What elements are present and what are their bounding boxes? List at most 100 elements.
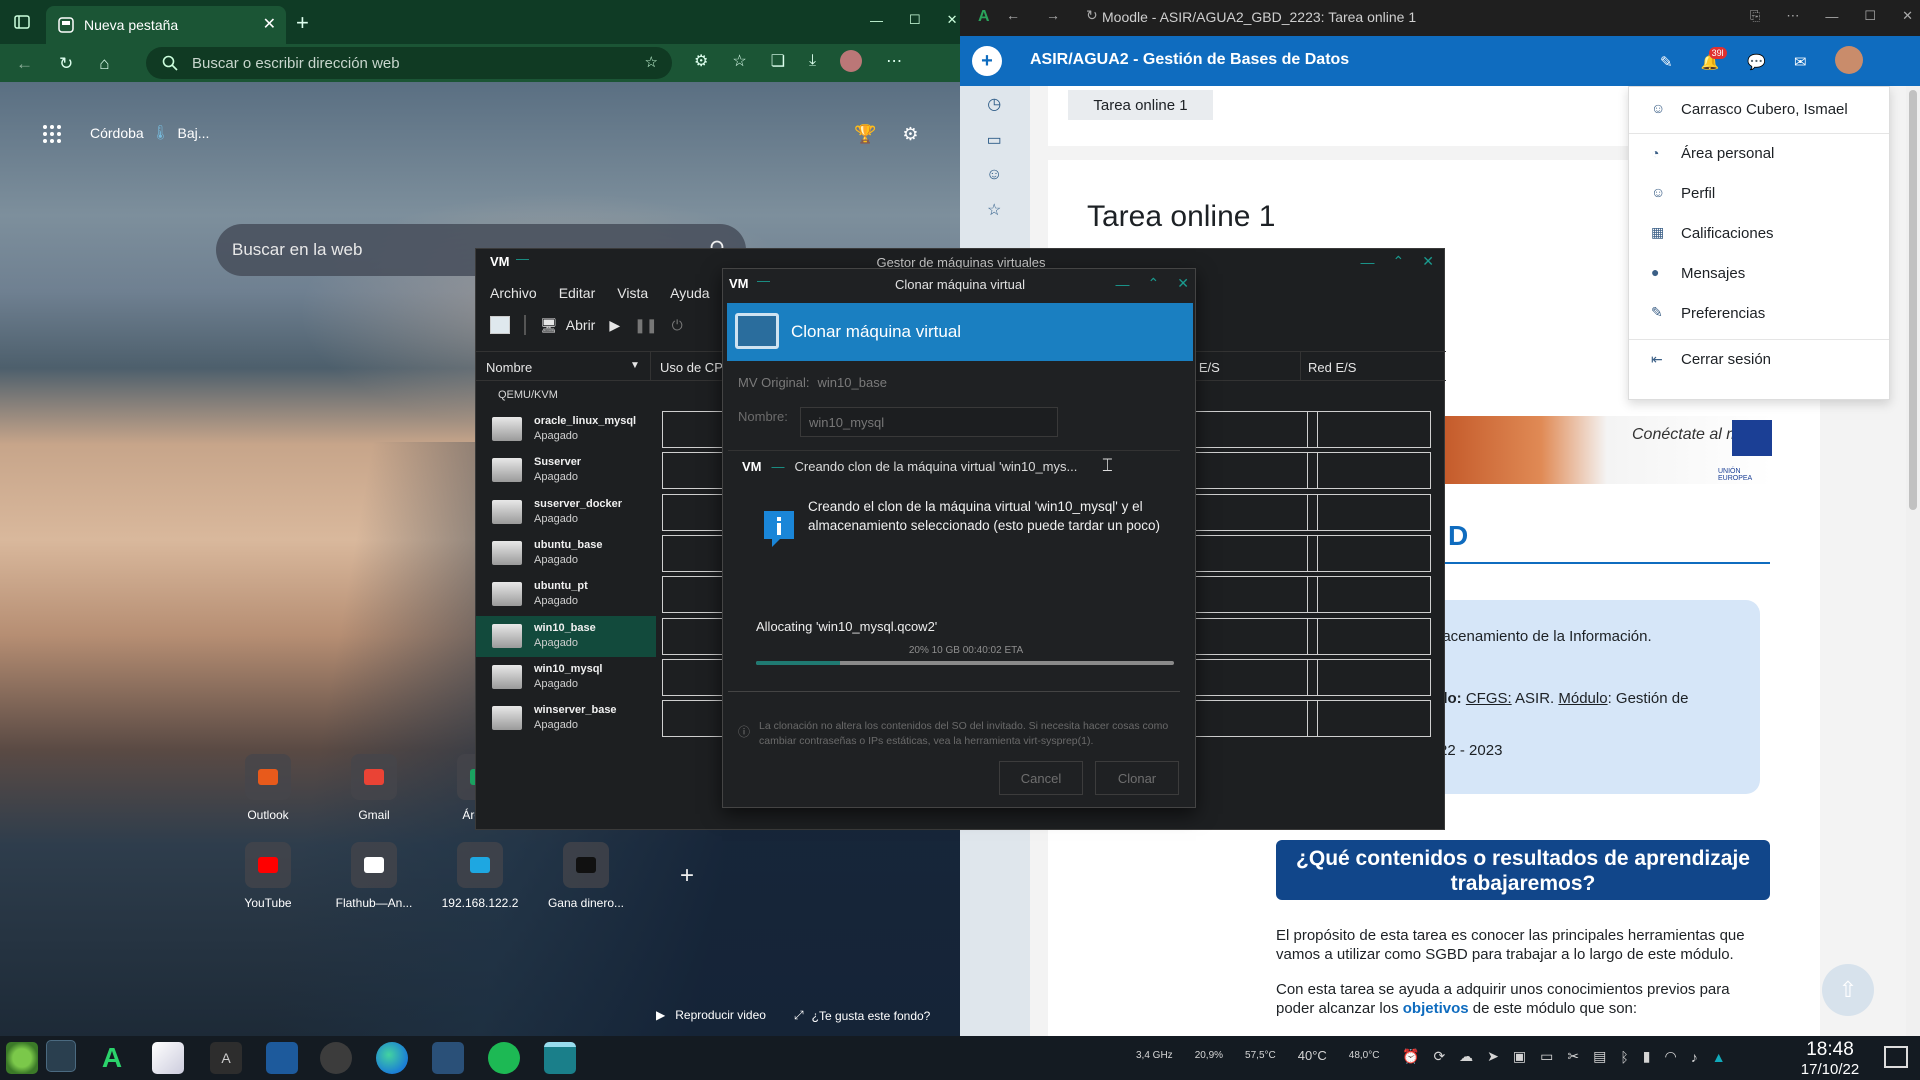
new-tab-plus-icon[interactable]: + <box>296 10 309 36</box>
opensuse-menu-icon[interactable] <box>6 1042 38 1074</box>
name-input[interactable]: win10_mysql <box>800 407 1058 437</box>
terminal-icon[interactable]: ▭ <box>1540 1048 1553 1065</box>
breadcrumb[interactable]: Tarea online 1 <box>1068 90 1213 120</box>
browser-a-icon[interactable]: A <box>96 1042 128 1074</box>
screen-icon[interactable]: ▤ <box>1593 1048 1606 1065</box>
menu-ayuda[interactable]: Ayuda <box>670 285 709 301</box>
show-desktop-icon[interactable] <box>1884 1046 1908 1068</box>
chat-icon[interactable]: 💬 <box>1747 53 1766 71</box>
quick-link-tile[interactable]: Gana dinero... <box>540 842 632 910</box>
close-tab-icon[interactable]: ✕ <box>263 14 276 34</box>
favorites-icon[interactable]: ☆ <box>732 51 746 71</box>
notifications-icon[interactable]: 🔔 39l <box>1701 47 1727 71</box>
home-icon[interactable]: ⌂ <box>99 54 109 74</box>
tab-actions-icon[interactable] <box>14 14 30 30</box>
update-icon[interactable]: ⟳ <box>1433 1048 1445 1065</box>
file-manager-task-icon[interactable] <box>544 1042 576 1074</box>
edge-task-icon[interactable] <box>376 1042 408 1074</box>
vm-row[interactable]: winserver_base Apagado <box>476 698 656 739</box>
vm-tray-icon[interactable]: ▣ <box>1513 1048 1526 1065</box>
scrollbar-thumb[interactable] <box>1909 90 1917 510</box>
writer-icon[interactable] <box>266 1042 298 1074</box>
pause-icon[interactable]: ❚❚ <box>634 317 657 334</box>
quick-link-tile[interactable]: Gmail <box>328 754 420 822</box>
tab-new-tab[interactable]: Nueva pestaña ✕ <box>46 6 286 44</box>
forward-icon[interactable]: → <box>1046 7 1060 23</box>
add-icon[interactable]: + <box>972 46 1002 76</box>
vm-row[interactable]: win10_base Apagado <box>476 615 656 657</box>
close-window-icon[interactable]: ✕ <box>1902 8 1913 24</box>
vm-row[interactable]: ubuntu_base Apagado <box>476 533 656 574</box>
edit-mode-icon[interactable]: ✎ <box>1660 53 1673 71</box>
menu-icon[interactable]: ⋯ <box>1786 8 1799 24</box>
col-net[interactable]: Red E/S <box>1308 360 1356 375</box>
minimize-icon[interactable]: — <box>1825 9 1838 24</box>
vm-row[interactable]: oracle_linux_mysql Apagado <box>476 409 656 450</box>
downloads-icon[interactable]: ⤓ <box>809 52 816 70</box>
user-avatar[interactable] <box>1834 46 1863 74</box>
col-cpu[interactable]: Uso de CP <box>660 360 723 375</box>
maximize-icon[interactable]: ⌃ <box>1148 275 1160 292</box>
cloud-icon[interactable]: ☁ <box>1459 1048 1473 1065</box>
menu-archivo[interactable]: Archivo <box>490 285 537 301</box>
minimize-icon[interactable]: — <box>870 13 883 28</box>
volume-icon[interactable]: ♪ <box>1691 1049 1698 1065</box>
close-window-icon[interactable]: ✕ <box>947 12 958 28</box>
run-icon[interactable]: ▶ <box>609 317 620 334</box>
virt-manager-task-icon[interactable] <box>320 1042 352 1074</box>
minimize-icon[interactable]: — <box>772 459 785 474</box>
reload-icon[interactable]: ↻ <box>1086 7 1098 24</box>
participants-icon[interactable]: ☺ <box>986 166 1002 184</box>
weather-widget[interactable]: Córdoba 🌡 Baj... <box>90 124 209 141</box>
tray-expand-icon[interactable]: ▲ <box>1712 1049 1726 1065</box>
favorite-add-icon[interactable]: ☆ <box>645 53 658 71</box>
like-background-link[interactable]: ⤢ ¿Te gusta este fondo? <box>794 1008 930 1023</box>
maximize-icon[interactable]: ☐ <box>909 12 921 28</box>
objectives-link[interactable]: objetivos <box>1403 1000 1469 1017</box>
quick-link-tile[interactable]: YouTube <box>222 842 314 910</box>
back-icon[interactable]: ← <box>1006 7 1020 23</box>
collections-icon[interactable]: ❏ <box>771 51 785 71</box>
menu-vista[interactable]: Vista <box>617 285 648 301</box>
col-name[interactable]: Nombre <box>486 360 532 375</box>
quick-link-tile[interactable]: 192.168.122.2 <box>434 842 526 910</box>
back-icon[interactable]: ← <box>16 54 33 74</box>
vscode-task-icon[interactable] <box>432 1042 464 1074</box>
minimize-icon[interactable]: — <box>516 251 529 266</box>
recent-icon[interactable]: ◷ <box>987 94 1001 114</box>
user-menu-item[interactable]: ☺ Carrasco Cubero, Ismael <box>1629 89 1889 129</box>
image-app-icon[interactable] <box>152 1042 184 1074</box>
minimize-icon[interactable]: — <box>1361 254 1375 270</box>
spotify-task-icon[interactable] <box>488 1042 520 1074</box>
user-menu-item[interactable]: ▦ Calificaciones <box>1629 213 1889 253</box>
settings-more-icon[interactable]: ⋯ <box>886 51 902 71</box>
add-link-icon[interactable]: + <box>680 862 694 890</box>
close-icon[interactable]: ✕ <box>1422 253 1434 270</box>
clock[interactable]: 18:48 17/10/22 <box>1796 1039 1864 1078</box>
mail-icon[interactable]: ✉ <box>1794 53 1807 71</box>
user-menu-item[interactable]: ◔ Área personal <box>1629 133 1889 173</box>
bluetooth-icon[interactable]: ᛒ <box>1620 1049 1628 1065</box>
wifi-icon[interactable]: ◠ <box>1664 1048 1676 1065</box>
vm-row[interactable]: Suserver Apagado <box>476 450 656 491</box>
maximize-icon[interactable]: ⌃ <box>1393 253 1405 270</box>
extensions-icon[interactable]: ⚙ <box>694 51 708 71</box>
course-title[interactable]: ASIR/AGUA2 - Gestión de Bases de Datos <box>1030 51 1349 69</box>
vm-row[interactable]: win10_mysql Apagado <box>476 657 656 698</box>
maximize-icon[interactable]: ☐ <box>1864 8 1876 24</box>
play-video-link[interactable]: ▶ Reproducir video <box>656 1008 766 1022</box>
font-app-icon[interactable]: A <box>210 1042 242 1074</box>
user-menu-item[interactable]: ⇤ Cerrar sesión <box>1629 339 1889 379</box>
page-settings-icon[interactable]: ⚙ <box>902 124 918 145</box>
folder-icon[interactable]: ▭ <box>987 130 1002 150</box>
desktop-icon[interactable] <box>46 1040 76 1072</box>
back-to-top-button[interactable]: ⇧ <box>1822 964 1874 1016</box>
user-menu-item[interactable]: ✎ Preferencias <box>1629 293 1889 333</box>
quick-link-tile[interactable]: Flathub—An... <box>328 842 420 910</box>
network-tools-icon[interactable]: ✂ <box>1567 1048 1579 1065</box>
minimize-icon[interactable]: — <box>1116 276 1130 292</box>
user-menu-item[interactable]: ☺ Perfil <box>1629 173 1889 213</box>
rewards-icon[interactable]: 🏆 <box>854 124 876 145</box>
profile-avatar[interactable] <box>840 50 863 72</box>
star-icon[interactable]: ☆ <box>987 200 1001 220</box>
